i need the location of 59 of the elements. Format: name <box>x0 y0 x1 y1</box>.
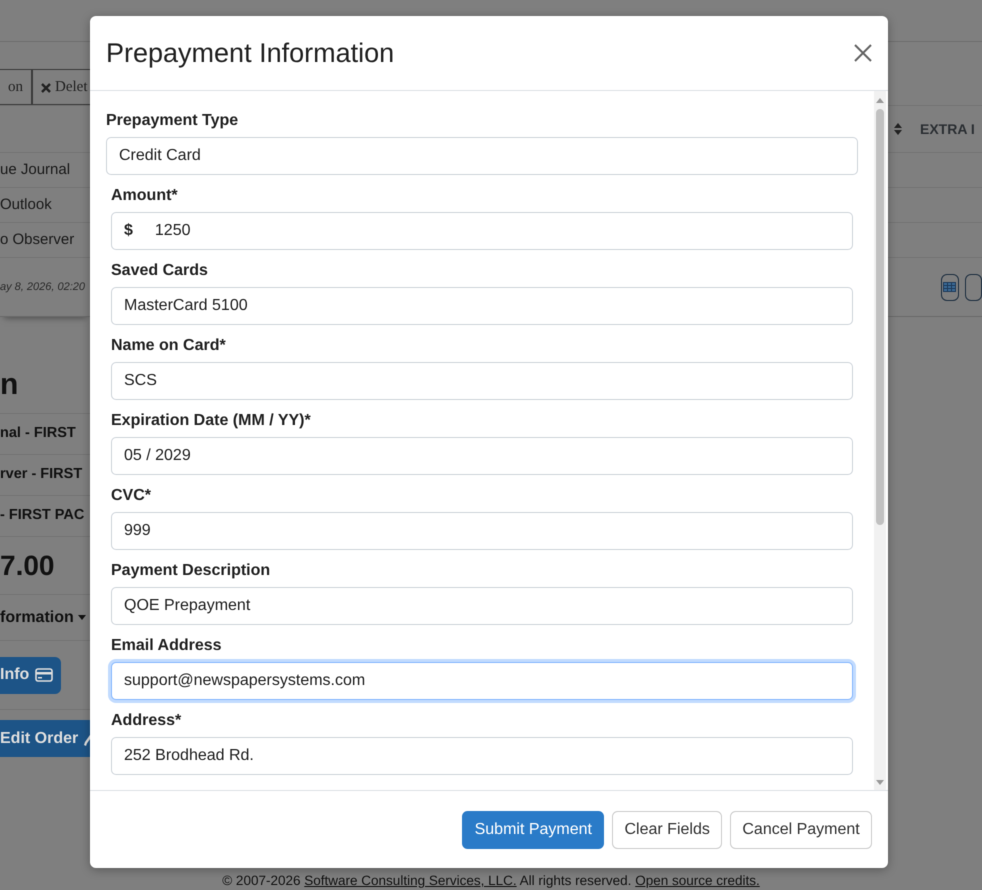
field-label: Expiration Date (MM / YY)* <box>111 411 312 431</box>
table-cell-text: ue Journal <box>0 160 70 180</box>
close-icon[interactable] <box>854 44 872 62</box>
table-cell-text: o Observer <box>0 230 74 250</box>
credits-link[interactable]: Open source credits. <box>635 873 760 888</box>
field-label: Prepayment Type <box>106 111 240 131</box>
order-item: nal - FIRST <box>0 424 76 444</box>
input-field[interactable]: 252 Brodhead Rd. <box>111 737 853 775</box>
field-value: 1250 <box>154 221 190 241</box>
scrollbar-thumb[interactable] <box>876 109 884 525</box>
timestamp: ay 8, 2026, 02:20 <box>0 280 86 295</box>
payment-button[interactable]: Cancel Payment <box>730 810 872 848</box>
toolbar-button[interactable]: on <box>0 69 32 105</box>
input-field[interactable]: support@newspapersystems.com <box>111 662 853 700</box>
field-value: Credit Card <box>119 146 201 166</box>
field-value: 05 / 2029 <box>124 446 191 466</box>
field-value: SCS <box>124 371 157 391</box>
input-field[interactable]: SCS <box>111 362 853 400</box>
caret-icon <box>78 614 86 620</box>
input-field[interactable]: $ 1250 <box>111 212 853 250</box>
order-heading: n <box>0 368 18 401</box>
view-button[interactable] <box>964 274 982 300</box>
field-label: Email Address <box>111 636 223 656</box>
edit-order-button[interactable]: Edit Order <box>0 720 90 757</box>
field-value: QOE Prepayment <box>124 596 250 616</box>
field-label: Name on Card* <box>111 336 227 356</box>
field-value: MasterCard 5100 <box>124 296 248 316</box>
order-total: 7.00 <box>0 548 54 582</box>
column-header: EXTRA I <box>920 120 975 138</box>
sort-icon[interactable] <box>894 123 902 135</box>
field-value: 252 Brodhead Rd. <box>124 746 254 766</box>
table-view-button[interactable] <box>941 274 958 300</box>
copyright-text: © 2007-2026 <box>222 873 300 888</box>
payment-button[interactable]: Clear Fields <box>612 810 722 848</box>
modal-title: Prepayment Information <box>106 36 394 70</box>
input-field[interactable]: QOE Prepayment <box>111 587 853 625</box>
field-label: Amount* <box>111 186 179 206</box>
table-cell-text: Outlook <box>0 194 52 215</box>
input-field[interactable]: 05 / 2029 <box>111 437 853 475</box>
company-link[interactable]: Software Consulting Services, LLC. <box>304 873 517 888</box>
order-item: - FIRST PAC <box>0 506 84 526</box>
currency-symbol: $ <box>124 221 133 241</box>
field-label: CVC* <box>111 486 152 506</box>
credit-card-icon <box>35 668 54 682</box>
payment-button[interactable]: Submit Payment <box>462 810 604 848</box>
field-label: Saved Cards <box>111 261 209 281</box>
dropdown-field[interactable]: Credit Card <box>106 137 858 175</box>
rights-text: All rights reserved. <box>520 873 632 888</box>
information-dropdown[interactable]: formation <box>0 606 86 630</box>
field-value: 999 <box>124 521 151 541</box>
input-field[interactable]: MasterCard 5100 <box>111 287 853 325</box>
grid-icon <box>943 282 956 292</box>
field-label: Address* <box>111 711 182 731</box>
field-label: Payment Description <box>111 561 272 581</box>
delete-button[interactable]: Delet <box>32 69 90 105</box>
info-button[interactable]: Info <box>0 656 62 694</box>
input-field[interactable]: 999 <box>111 512 853 550</box>
field-value: support@newspapersystems.com <box>124 671 366 691</box>
order-item: rver - FIRST <box>0 465 82 484</box>
